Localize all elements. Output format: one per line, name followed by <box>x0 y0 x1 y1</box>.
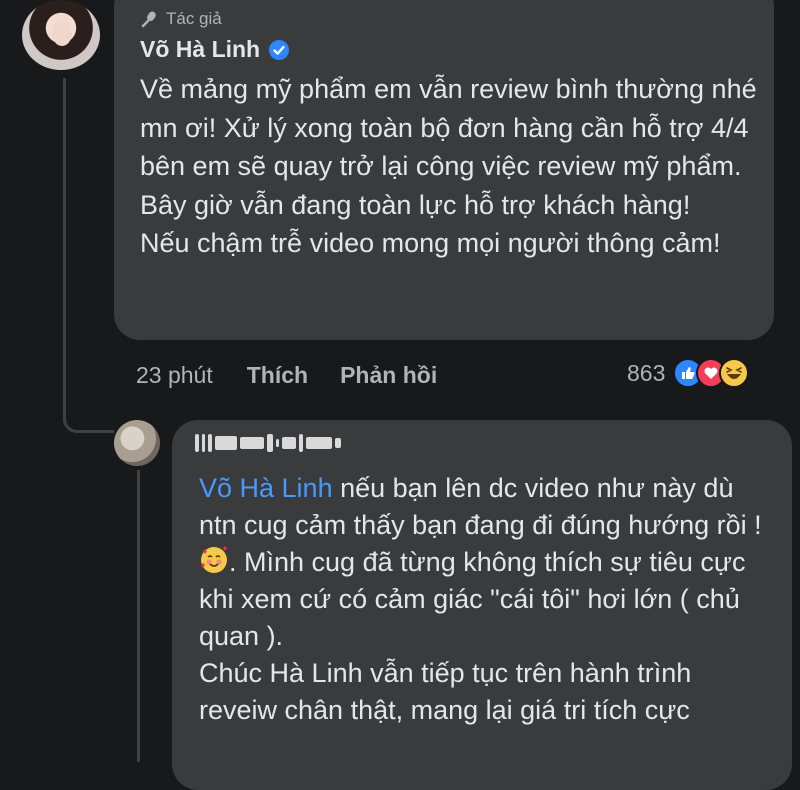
mic-icon <box>141 11 156 28</box>
thread-line <box>63 78 66 423</box>
verified-badge-icon <box>269 39 290 60</box>
author-name[interactable]: Võ Hà Linh <box>140 36 260 63</box>
reaction-count: 863 <box>627 359 666 386</box>
reply-thread-line <box>137 470 140 762</box>
smiling-hearts-emoji <box>201 546 227 573</box>
author-badge: Tác giả <box>140 9 222 29</box>
author-badge-label: Tác giả <box>166 9 222 28</box>
like-button[interactable]: Thích <box>247 362 308 389</box>
reply-button[interactable]: Phản hồi <box>340 362 437 389</box>
author-avatar[interactable] <box>22 0 100 70</box>
reply-author-avatar[interactable] <box>114 420 160 466</box>
haha-reaction-icon <box>719 358 750 388</box>
reaction-summary[interactable]: 863 <box>627 358 750 388</box>
comment-text: Về mảng mỹ phẩm em vẫn review bình thườn… <box>140 70 765 263</box>
comment-timestamp[interactable]: 23 phút <box>136 362 213 389</box>
reply-author-name-redacted <box>195 428 405 458</box>
comment-paragraph: Nếu chậm trễ video mong mọi người thông … <box>140 228 721 258</box>
thread-connector <box>63 400 114 433</box>
reaction-icons <box>673 358 750 388</box>
comment-actions: 23 phút Thích Phản hồi <box>136 362 437 389</box>
author-row: Võ Hà Linh <box>140 36 290 63</box>
comment-paragraph: Về mảng mỹ phẩm em vẫn review bình thườn… <box>140 74 757 220</box>
mention-link[interactable]: Võ Hà Linh <box>199 473 333 503</box>
reply-text: Võ Hà Linh nếu bạn lên dc video như này … <box>199 470 769 729</box>
reply-paragraph: Chúc Hà Linh vẫn tiếp tục trên hành trìn… <box>199 658 692 725</box>
reply-paragraph: Võ Hà Linh nếu bạn lên dc video như này … <box>199 470 769 655</box>
reply-text-part: . Mình cug đã từng không thích sự tiêu c… <box>199 547 746 651</box>
